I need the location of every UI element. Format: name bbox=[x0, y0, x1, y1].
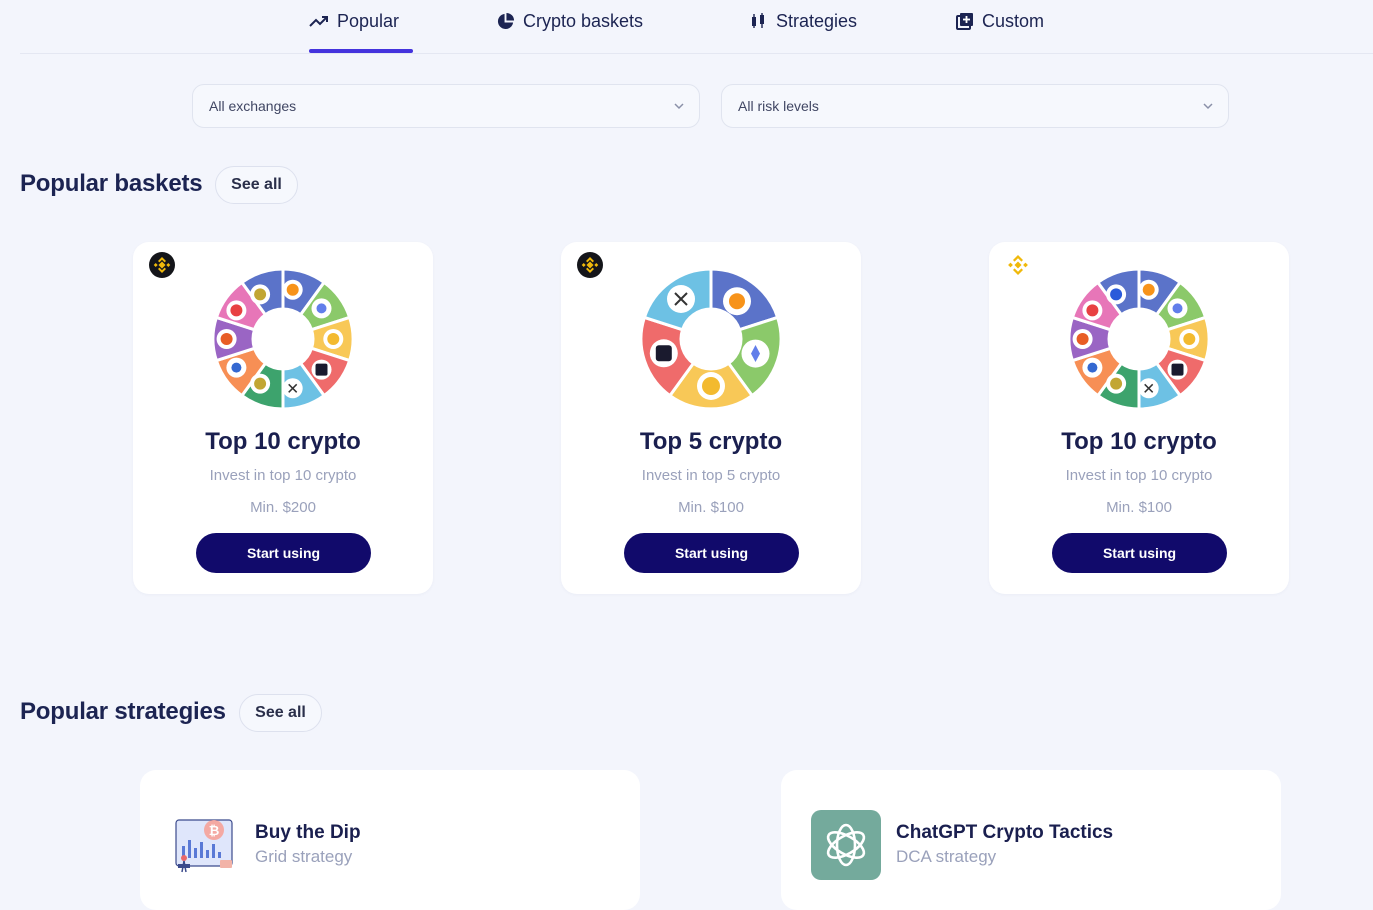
binance-icon bbox=[1008, 255, 1028, 275]
basket-card: Top 10 crypto Invest in top 10 crypto Mi… bbox=[989, 242, 1289, 594]
basket-min-amount: Min. $100 bbox=[678, 499, 744, 516]
start-using-button[interactable]: Start using bbox=[624, 533, 799, 573]
basket-subtitle: Invest in top 10 crypto bbox=[209, 467, 357, 484]
tab-bar: Popular Crypto baskets Strategies Custom bbox=[0, 0, 1373, 54]
strategy-subtitle: DCA strategy bbox=[896, 847, 997, 866]
tab-popular[interactable]: Popular bbox=[309, 8, 399, 34]
baskets-see-all-button[interactable]: See all bbox=[215, 166, 298, 204]
basket-title: Top 10 crypto bbox=[1061, 428, 1217, 455]
chatgpt-logo-icon bbox=[811, 810, 881, 880]
tab-strategies[interactable]: Strategies bbox=[750, 8, 857, 34]
bitcoin-chart-illustration-icon: ₿ bbox=[175, 819, 233, 873]
add-box-icon bbox=[956, 13, 973, 30]
chevron-down-icon bbox=[674, 103, 684, 110]
tab-custom[interactable]: Custom bbox=[956, 8, 1044, 34]
strategies-see-all-button[interactable]: See all bbox=[239, 694, 322, 732]
strategy-title: ChatGPT Crypto Tactics bbox=[896, 822, 1114, 843]
tab-divider bbox=[20, 53, 1373, 54]
tab-label: Crypto baskets bbox=[523, 10, 644, 31]
pie-chart-icon bbox=[497, 12, 515, 29]
tab-label: Strategies bbox=[776, 10, 858, 31]
basket-min-amount: Min. $100 bbox=[1106, 499, 1172, 516]
basket-composition-wheel bbox=[1067, 267, 1211, 411]
basket-title: Top 10 crypto bbox=[205, 428, 361, 455]
exchange-select-value: All exchanges bbox=[209, 98, 297, 114]
popular-baskets-heading: Popular baskets bbox=[20, 170, 203, 197]
strategy-card[interactable]: ₿ Buy the Dip Grid strategy bbox=[140, 770, 640, 910]
basket-composition-wheel bbox=[639, 267, 783, 411]
start-using-button[interactable]: Start using bbox=[196, 533, 371, 573]
basket-min-amount: Min. $200 bbox=[250, 499, 316, 516]
strategy-subtitle: Grid strategy bbox=[255, 847, 353, 866]
basket-subtitle: Invest in top 10 crypto bbox=[1065, 467, 1213, 484]
tab-label: Custom bbox=[982, 10, 1045, 31]
tab-crypto-baskets[interactable]: Crypto baskets bbox=[496, 8, 643, 34]
exchange-select[interactable]: All exchanges bbox=[192, 84, 700, 128]
strategy-card[interactable]: ChatGPT Crypto Tactics DCA strategy bbox=[781, 770, 1281, 910]
basket-composition-wheel bbox=[211, 267, 355, 411]
basket-card: Top 5 crypto Invest in top 5 crypto Min.… bbox=[561, 242, 861, 594]
risk-select[interactable]: All risk levels bbox=[721, 84, 1229, 128]
svg-text:₿: ₿ bbox=[209, 824, 220, 839]
binance-icon bbox=[577, 252, 603, 278]
popular-strategies-heading: Popular strategies bbox=[20, 698, 226, 725]
basket-card: Top 10 crypto Invest in top 10 crypto Mi… bbox=[133, 242, 433, 594]
basket-title: Top 5 crypto bbox=[639, 428, 783, 455]
candles-icon bbox=[752, 13, 764, 28]
trending-up-icon bbox=[309, 16, 328, 27]
binance-icon bbox=[149, 252, 175, 278]
strategy-title: Buy the Dip bbox=[255, 822, 361, 843]
tab-label: Popular bbox=[337, 10, 400, 31]
chevron-down-icon bbox=[1203, 103, 1213, 110]
risk-select-value: All risk levels bbox=[738, 98, 819, 114]
basket-subtitle: Invest in top 5 crypto bbox=[641, 467, 781, 484]
start-using-button[interactable]: Start using bbox=[1052, 533, 1227, 573]
